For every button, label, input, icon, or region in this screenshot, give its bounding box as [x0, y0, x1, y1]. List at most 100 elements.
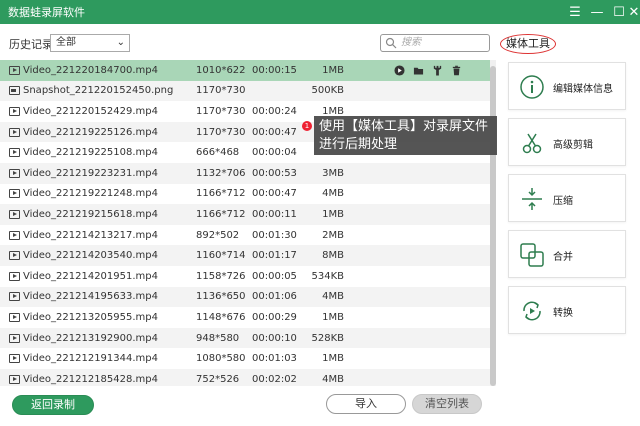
file-size: 3MB: [322, 167, 344, 179]
play-icon[interactable]: [394, 65, 405, 76]
file-duration: 00:00:10: [252, 332, 297, 344]
image-file-icon: [9, 86, 20, 96]
file-resolution: 1170*730: [196, 126, 246, 138]
file-duration: 00:01:30: [252, 229, 297, 241]
tool-compress[interactable]: 压缩: [508, 174, 626, 222]
file-size: 1MB: [322, 353, 344, 365]
chevron-down-icon: ⌄: [116, 37, 125, 48]
file-duration: 00:00:11: [252, 208, 297, 220]
video-file-icon: [9, 230, 20, 240]
wrench-icon[interactable]: [432, 65, 443, 76]
file-resolution: 1170*730: [196, 105, 246, 117]
tool-advanced-cut[interactable]: 高级剪辑: [508, 118, 626, 166]
file-name: Video_221212191344.mp4: [23, 353, 158, 365]
back-to-record-button[interactable]: 返回录制: [12, 395, 94, 415]
video-file-icon: [9, 148, 20, 158]
file-resolution: 1080*580: [196, 353, 246, 365]
file-row[interactable]: Video_221219223231.mp4 1132*706 00:00:53 3M…: [0, 163, 490, 184]
file-resolution: 948*580: [196, 332, 240, 344]
file-row[interactable]: Video_221214201951.mp4 1158*726 00:00:05 53…: [0, 266, 490, 287]
file-resolution: 1160*714: [196, 250, 246, 262]
scrollbar-thumb[interactable]: [490, 66, 496, 386]
file-row[interactable]: Video_221212191344.mp4 1080*580 00:01:03 1M…: [0, 348, 490, 369]
file-row[interactable]: Video_221214203540.mp4 1160*714 00:01:17 8M…: [0, 245, 490, 266]
import-button[interactable]: 导入: [326, 394, 406, 414]
scrollbar[interactable]: [490, 60, 496, 386]
tool-edit-media-info[interactable]: 编辑媒体信息: [508, 62, 626, 110]
trash-icon[interactable]: [451, 65, 462, 76]
file-size: 1MB: [322, 64, 344, 76]
maximize-icon: ☐: [613, 4, 625, 20]
search-placeholder: 搜索: [401, 37, 421, 48]
compress-icon: [522, 188, 542, 210]
file-name: Video_221214195633.mp4: [23, 291, 158, 303]
file-row[interactable]: Video_221212185428.mp4 752*526 00:02:02 4MB: [0, 369, 490, 386]
video-file-icon: [9, 354, 20, 364]
file-list: Video_221220184700.mp4 1010*622 00:00:15 1M…: [0, 60, 490, 386]
file-duration: 00:01:06: [252, 291, 297, 303]
file-name: Video_221213192900.mp4: [23, 332, 158, 344]
file-row[interactable]: Video_221214195633.mp4 1136*650 00:01:06 4M…: [0, 286, 490, 308]
video-file-icon: [9, 374, 20, 384]
video-file-icon: [9, 333, 20, 343]
file-resolution: 892*502: [196, 229, 240, 241]
file-duration: 00:00:05: [252, 270, 297, 282]
app-title: 数据蛙录屏软件: [8, 6, 85, 19]
scissors-icon: [522, 133, 542, 154]
minimize-icon: —: [590, 4, 604, 20]
file-row[interactable]: Video_221219215618.mp4 1166*712 00:00:11 1M…: [0, 204, 490, 225]
file-resolution: 1010*622: [196, 64, 246, 76]
video-file-icon: [9, 127, 20, 137]
file-resolution: 1136*650: [196, 291, 246, 303]
file-resolution: 1170*730: [196, 85, 246, 97]
file-row[interactable]: Video_221213205955.mp4 1148*676 00:00:29 1M…: [0, 307, 490, 328]
history-label: 历史记录: [9, 38, 53, 51]
video-file-icon: [9, 189, 20, 199]
video-file-icon: [9, 106, 20, 116]
file-duration: 00:02:02: [252, 373, 297, 385]
file-size: 534KB: [311, 270, 344, 282]
merge-icon: [520, 243, 544, 267]
file-name: Video_221219225126.mp4: [23, 126, 158, 138]
minimize-button[interactable]: —: [586, 0, 608, 24]
video-file-icon: [9, 251, 20, 261]
file-resolution: 752*526: [196, 373, 240, 385]
tool-convert[interactable]: 转换: [508, 286, 626, 334]
file-row[interactable]: Video_221213192900.mp4 948*580 00:00:10 528…: [0, 327, 490, 349]
tool-merge[interactable]: 合并: [508, 230, 626, 278]
file-name: Video_221220152429.mp4: [23, 105, 158, 117]
file-name: Video_221214213217.mp4: [23, 229, 158, 241]
file-resolution: 666*468: [196, 147, 240, 159]
close-button[interactable]: ✕: [628, 0, 640, 24]
file-duration: 00:00:24: [252, 105, 297, 117]
file-name: Video_221220184700.mp4: [23, 64, 158, 76]
tool-label: 编辑媒体信息: [553, 84, 613, 95]
file-row[interactable]: Video_221220184700.mp4 1010*622 00:00:15 1M…: [0, 60, 490, 81]
file-size: 2MB: [322, 229, 344, 241]
file-size: 4MB: [322, 188, 344, 200]
menu-button[interactable]: ☰: [564, 0, 586, 24]
clear-list-button[interactable]: 清空列表: [412, 394, 482, 414]
file-duration: 00:00:04: [252, 147, 297, 159]
file-name: Video_221219221248.mp4: [23, 188, 158, 200]
maximize-button[interactable]: ☐: [608, 0, 630, 24]
search-icon: [385, 37, 397, 49]
filter-dropdown[interactable]: 全部 ⌄: [50, 34, 130, 52]
file-name: Snapshot_221220152450.png: [23, 85, 174, 97]
file-name: Video_221213205955.mp4: [23, 311, 158, 323]
file-duration: 00:00:47: [252, 126, 297, 138]
file-row[interactable]: Video_221214213217.mp4 892*502 00:01:30 2MB: [0, 225, 490, 246]
file-duration: 00:00:15: [252, 64, 297, 76]
video-file-icon: [9, 65, 20, 75]
tooltip-badge: 1: [302, 121, 312, 131]
file-row[interactable]: Video_221219221248.mp4 1166*712 00:00:47 4M…: [0, 184, 490, 205]
file-resolution: 1166*712: [196, 188, 246, 200]
folder-icon[interactable]: [413, 65, 424, 76]
search-input[interactable]: 搜索: [380, 34, 490, 52]
row-actions: [394, 65, 462, 76]
media-tools-heading: 媒体工具: [500, 34, 556, 54]
tool-label: 转换: [553, 308, 573, 319]
file-row[interactable]: Snapshot_221220152450.png 1170*730 500KB: [0, 80, 490, 102]
tool-label: 合并: [553, 252, 573, 263]
tool-label: 压缩: [553, 196, 573, 207]
